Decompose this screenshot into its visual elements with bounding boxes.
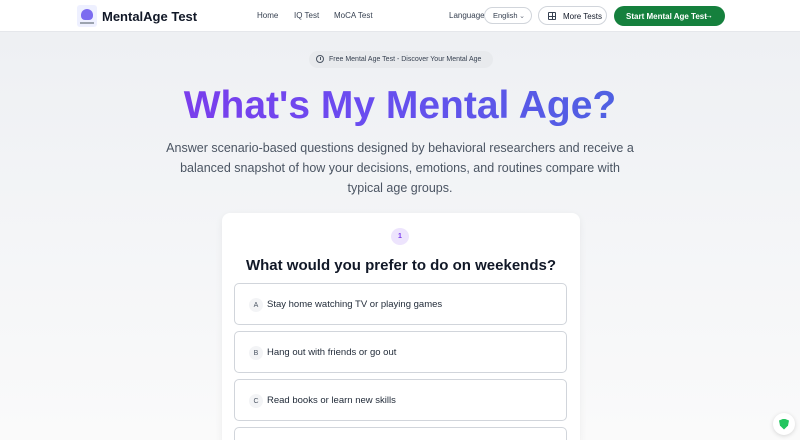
- answer-option-d[interactable]: [234, 427, 567, 440]
- clock-icon: [316, 55, 324, 63]
- security-widget[interactable]: [773, 413, 795, 435]
- hero-badge-text: Free Mental Age Test - Discover Your Men…: [329, 56, 482, 63]
- brain-icon: [81, 8, 93, 20]
- hero-badge: Free Mental Age Test - Discover Your Men…: [309, 51, 493, 68]
- start-test-label: Start Mental Age Test: [626, 12, 707, 21]
- option-text: Read books or learn new skills: [267, 395, 396, 406]
- shield-icon: [779, 418, 789, 430]
- more-tests-label: More Tests: [563, 12, 602, 21]
- language-label: Language: [449, 11, 485, 20]
- language-select[interactable]: English ⌄: [484, 7, 532, 24]
- brand-name[interactable]: MentalAge Test: [102, 9, 197, 24]
- option-letter: A: [249, 298, 263, 312]
- logo[interactable]: [77, 5, 97, 27]
- question-number-badge: 1: [391, 228, 409, 245]
- top-navbar: MentalAge Test Home IQ Test MoCA Test La…: [0, 0, 800, 32]
- hero-subtitle: Answer scenario-based questions designed…: [166, 141, 634, 195]
- answer-option-c[interactable]: C Read books or learn new skills: [234, 379, 567, 421]
- nav-iq-test[interactable]: IQ Test: [294, 11, 319, 20]
- option-letter: B: [249, 346, 263, 360]
- answer-option-a[interactable]: A Stay home watching TV or playing games: [234, 283, 567, 325]
- start-test-button[interactable]: Start Mental Age Test →: [614, 6, 725, 26]
- answer-option-b[interactable]: B Hang out with friends or go out: [234, 331, 567, 373]
- more-tests-button[interactable]: More Tests: [538, 6, 607, 25]
- nav-home[interactable]: Home: [257, 11, 278, 20]
- grid-icon: [548, 12, 556, 20]
- language-value: English: [493, 11, 518, 20]
- option-text: Hang out with friends or go out: [267, 347, 397, 358]
- option-letter: C: [249, 394, 263, 408]
- option-text: Stay home watching TV or playing games: [267, 299, 443, 310]
- arrow-right-icon: →: [704, 10, 713, 20]
- nav-moca-test[interactable]: MoCA Test: [334, 11, 373, 20]
- chevron-down-icon: ⌄: [519, 13, 525, 20]
- page-title: What's My Mental Age?: [0, 84, 800, 128]
- question-text: What would you prefer to do on weekends?: [245, 257, 556, 274]
